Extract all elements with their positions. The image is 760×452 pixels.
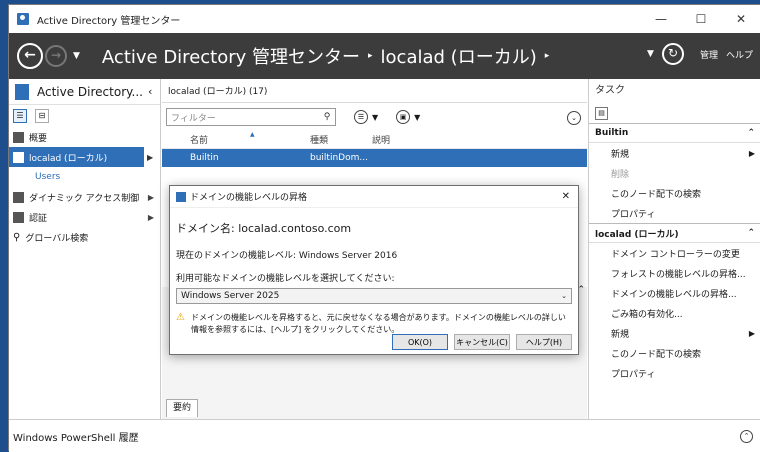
breadcrumb-root[interactable]: Active Directory 管理センター xyxy=(102,43,360,69)
select-level-label: 利用可能なドメインの機能レベルを選択してください: xyxy=(176,274,395,284)
chevron-down-icon[interactable]: ⌄ xyxy=(561,292,567,300)
nav-item-authentication[interactable]: 認証 ▶ xyxy=(9,207,160,227)
close-button[interactable]: ✕ xyxy=(721,5,760,33)
breadcrumb-current[interactable]: localad (ローカル) xyxy=(381,43,537,69)
column-type[interactable]: 種類 xyxy=(310,133,372,146)
search-icon: ⚲ xyxy=(13,231,21,243)
tasks-title: タスク xyxy=(595,85,625,96)
submenu-arrow-icon: ▶ xyxy=(748,148,755,158)
save-query-dropdown-icon[interactable]: ▼ xyxy=(414,113,420,122)
expand-up-icon[interactable]: ⌃ xyxy=(740,430,753,443)
adac-window: Active Directory 管理センター — ☐ ✕ ← → ▼ Acti… xyxy=(8,4,760,452)
forward-arrow-icon[interactable]: → xyxy=(45,45,67,67)
maximize-button[interactable]: ☐ xyxy=(681,5,721,33)
overview-icon xyxy=(13,131,24,143)
task-new[interactable]: 新規 ▶ xyxy=(589,143,760,163)
refresh-icon[interactable]: ↻ xyxy=(661,43,684,65)
summary-tab[interactable]: 要約 xyxy=(166,399,199,417)
navigation-pane-title: Active Directory... xyxy=(37,84,143,99)
tasks-pane: タスク ▤ Builtin ⌃ 新規 ▶ 削除 このノード配下の検索 プロパティ … xyxy=(588,79,760,419)
help-menu[interactable]: ヘルプ xyxy=(726,48,753,61)
task-enable-recycle-bin[interactable]: ごみ箱の有効化... xyxy=(589,303,760,323)
save-query-icon[interactable]: ▣ xyxy=(396,110,411,124)
task-change-dc[interactable]: ドメイン コントローラーの変更 xyxy=(589,243,760,263)
dialog-close-icon[interactable]: ✕ xyxy=(562,191,570,202)
nav-item-overview[interactable]: 概要 xyxy=(9,127,160,147)
current-level: 現在のドメインの機能レベル: Windows Server 2016 xyxy=(176,251,398,261)
task-search-under-node[interactable]: このノード配下の検索 xyxy=(589,343,760,363)
nav-item-users[interactable]: Users xyxy=(9,167,160,187)
navigation-pane: Active Directory... ‹ ☰ ⊟ 概要 localad (ロー… xyxy=(9,79,161,419)
collapse-section-icon[interactable]: ⌃ xyxy=(747,228,755,238)
breadcrumb-separator-icon[interactable]: ▸ xyxy=(545,51,550,61)
task-raise-domain-level[interactable]: ドメインの機能レベルの昇格... xyxy=(589,283,760,303)
list-view-icon[interactable]: ☰ xyxy=(13,109,27,123)
submenu-arrow-icon: ▶ xyxy=(748,328,755,338)
minimize-button[interactable]: — xyxy=(641,5,681,33)
expand-arrow-icon[interactable]: ▶ xyxy=(148,213,154,222)
task-properties[interactable]: プロパティ xyxy=(589,363,760,383)
task-delete: 削除 xyxy=(611,169,630,180)
nav-item-localad[interactable]: localad (ローカル) ▶ xyxy=(9,147,153,167)
task-search-under-node[interactable]: このノード配下の検索 xyxy=(589,183,760,203)
domain-name: ドメイン名: localad.contoso.com xyxy=(176,222,352,235)
powershell-history-label: Windows PowerShell 履歴 xyxy=(13,432,139,444)
ok-button[interactable]: OK(O) xyxy=(392,334,448,350)
expand-arrow-icon[interactable]: ▶ xyxy=(147,153,153,162)
view-options-icon[interactable]: ☰ xyxy=(354,110,368,124)
expand-filter-icon[interactable]: ⌄ xyxy=(567,111,581,125)
nav-item-dynamic-access-control[interactable]: ダイナミック アクセス制御 ▶ xyxy=(9,187,160,207)
back-arrow-icon[interactable]: ← xyxy=(17,43,43,69)
navigation-bar: ← → ▼ Active Directory 管理センター ▸ localad … xyxy=(9,33,760,79)
breadcrumb-separator-icon[interactable]: ▸ xyxy=(368,51,373,61)
nav-dropdown-icon[interactable]: ▼ xyxy=(647,49,654,59)
table-row[interactable]: Builtin builtinDom... xyxy=(162,149,587,167)
search-icon[interactable]: ⚲ xyxy=(319,112,335,122)
view-options-dropdown-icon[interactable]: ▼ xyxy=(372,113,378,122)
title-bar: Active Directory 管理センター — ☐ ✕ xyxy=(9,5,760,33)
content-header: localad (ローカル) (17) xyxy=(162,79,587,103)
nav-item-global-search[interactable]: ⚲ グローバル検索 xyxy=(9,227,160,247)
window-title: Active Directory 管理センター xyxy=(37,15,181,27)
history-dropdown-icon[interactable]: ▼ xyxy=(73,51,80,61)
help-button[interactable]: ヘルプ(H) xyxy=(516,334,572,350)
dialog-title-bar: ドメインの機能レベルの昇格 ✕ xyxy=(170,186,578,208)
task-new[interactable]: 新規 ▶ xyxy=(589,323,760,343)
folder-icon xyxy=(13,211,24,223)
dialog-title: ドメインの機能レベルの昇格 xyxy=(190,193,308,203)
folder-icon xyxy=(13,191,24,203)
raise-domain-level-dialog: ドメインの機能レベルの昇格 ✕ ドメイン名: localad.contoso.c… xyxy=(169,185,579,355)
task-properties[interactable]: プロパティ xyxy=(589,203,760,223)
expand-arrow-icon[interactable]: ▶ xyxy=(148,193,154,202)
clipboard-icon[interactable]: ▤ xyxy=(595,106,608,120)
level-select[interactable]: Windows Server 2025 ⌄ xyxy=(176,288,572,304)
task-raise-forest-level[interactable]: フォレストの機能レベルの昇格... xyxy=(589,263,760,283)
task-section-localad[interactable]: localad (ローカル) ⌃ xyxy=(589,223,760,243)
task-section-builtin[interactable]: Builtin ⌃ xyxy=(589,123,760,143)
sort-indicator-icon: ▲ xyxy=(250,131,255,138)
adac-app-icon xyxy=(17,13,29,25)
dialog-app-icon xyxy=(176,191,186,202)
collapse-pane-icon[interactable]: ‹ xyxy=(148,85,160,98)
tree-view-icon[interactable]: ⊟ xyxy=(35,109,49,123)
ad-icon xyxy=(15,83,29,100)
manage-menu[interactable]: 管理 xyxy=(700,48,718,61)
cancel-button[interactable]: キャンセル(C) xyxy=(454,334,510,350)
collapse-section-icon[interactable]: ⌃ xyxy=(747,128,755,138)
column-description[interactable]: 説明 xyxy=(372,133,390,146)
warning-text: ドメインの機能レベルを昇格すると、元に戻せなくなる場合があります。ドメインの機能… xyxy=(190,313,566,334)
filter-input[interactable]: フィルター ⚲ xyxy=(166,108,336,126)
warning-icon: ⚠ xyxy=(176,312,185,323)
domain-icon xyxy=(13,151,24,163)
grid-header: ▲ 名前 種類 説明 xyxy=(162,131,587,149)
powershell-history-bar[interactable]: Windows PowerShell 履歴 ⌃ xyxy=(9,419,760,452)
